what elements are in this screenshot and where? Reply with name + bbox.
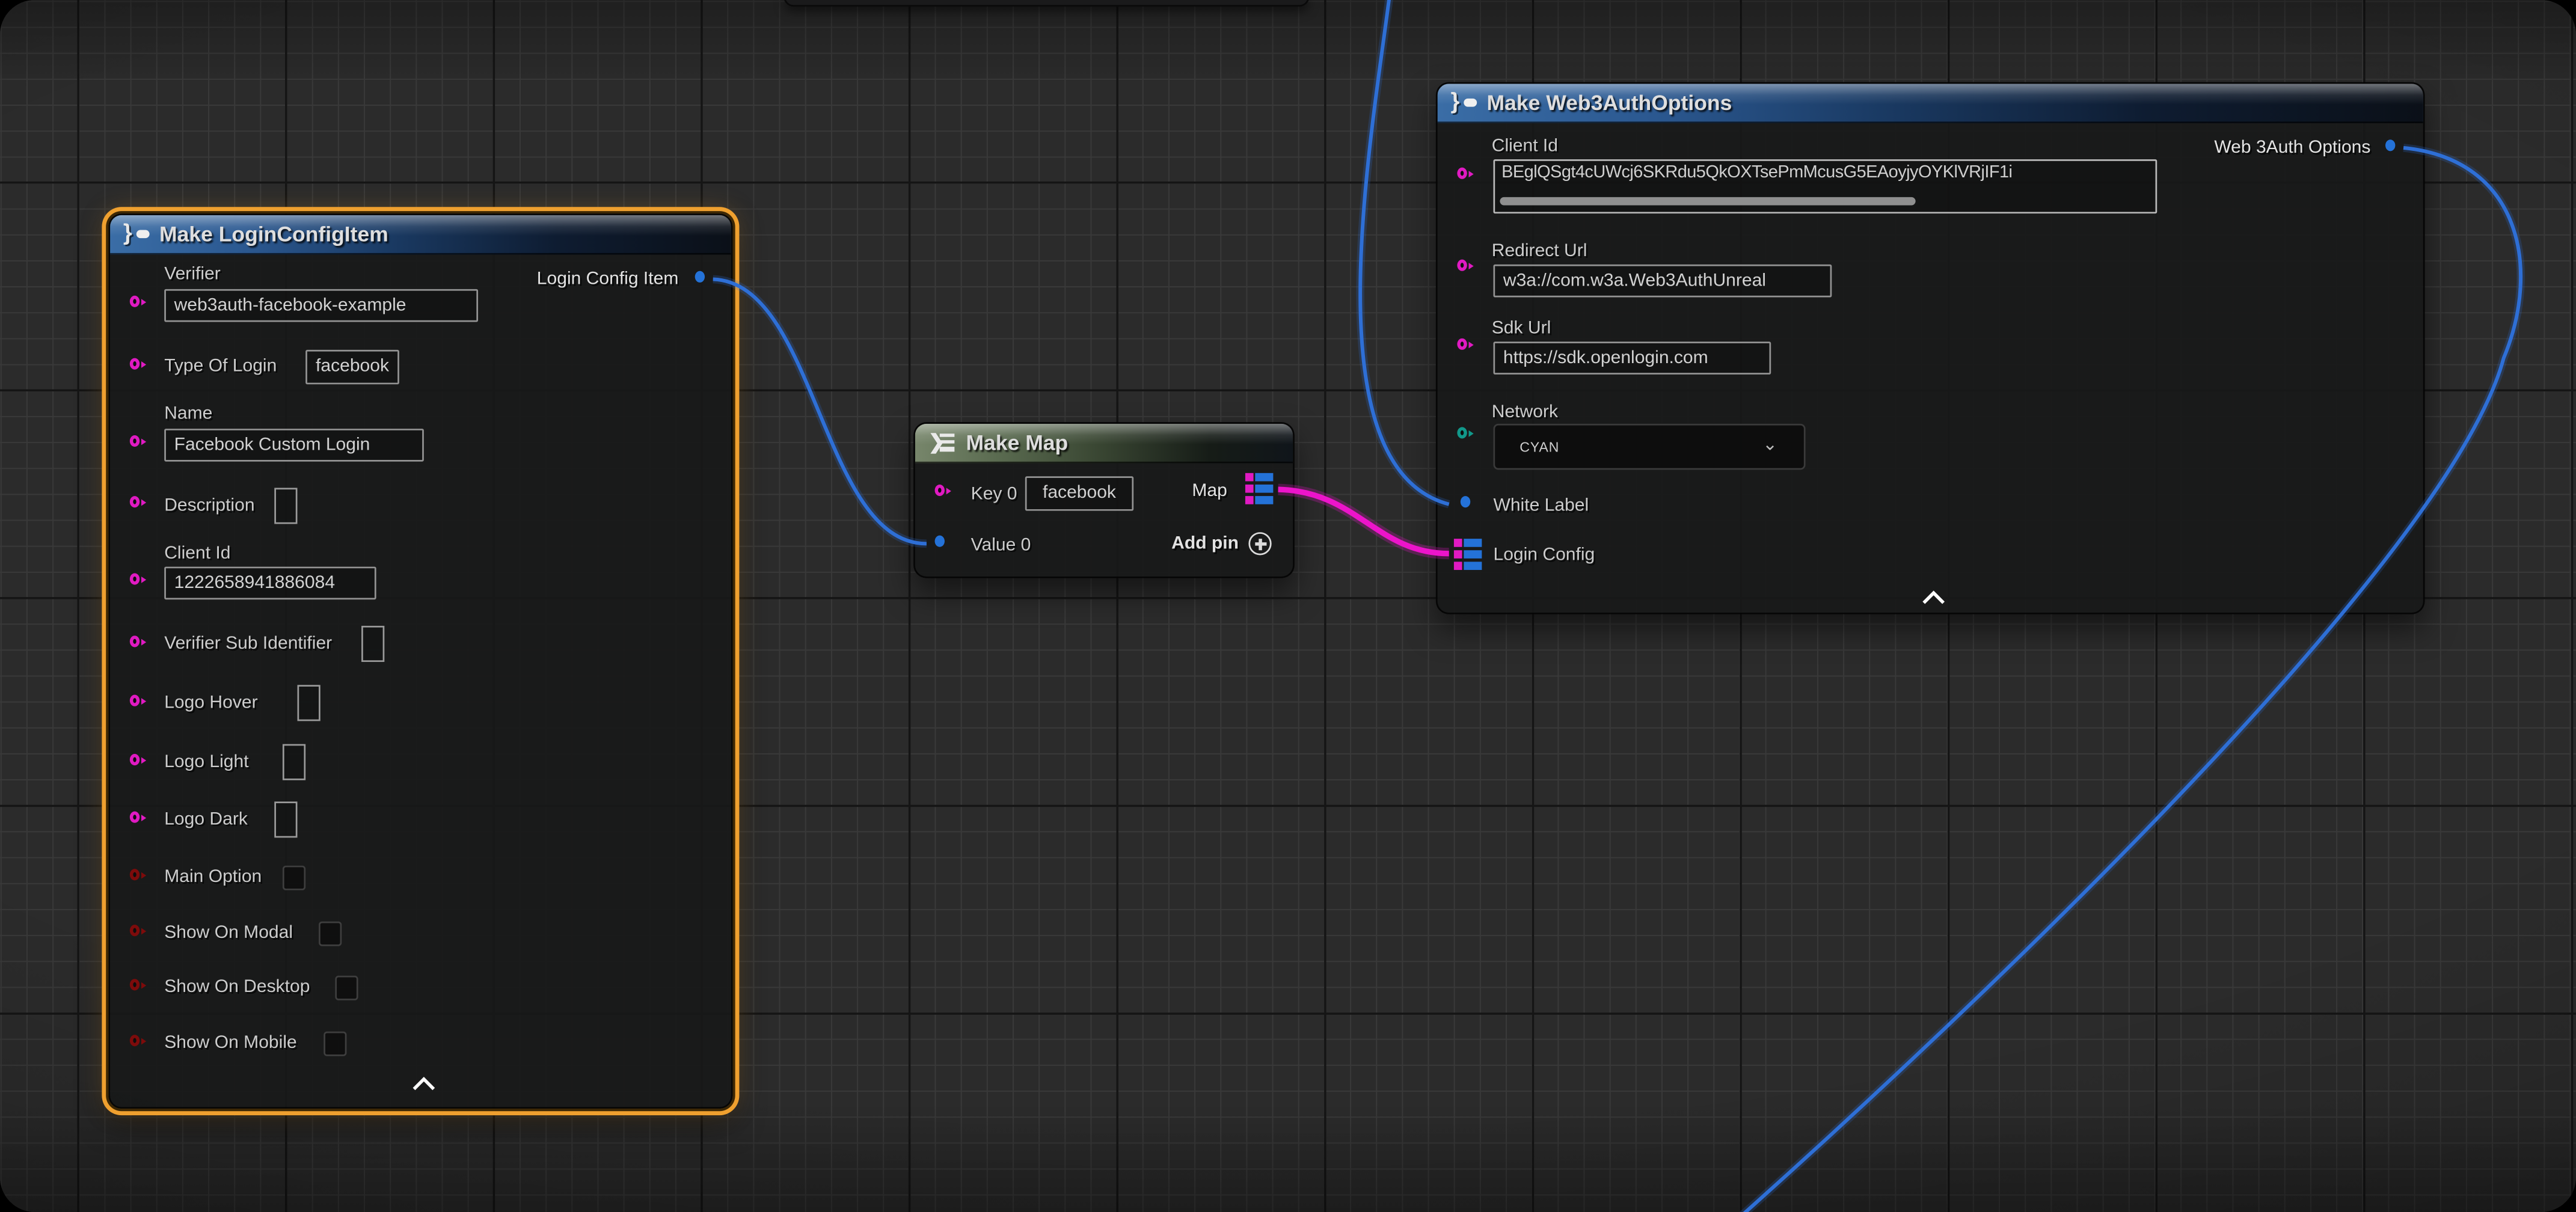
pin-verifier[interactable] [130, 296, 140, 307]
pin-label-logo-dark: Logo Dark [164, 810, 248, 830]
output-label: Login Config Item [537, 269, 679, 289]
pin-type-of-login[interactable] [130, 358, 140, 370]
pin-client-id[interactable] [130, 574, 140, 585]
pin-main-option[interactable] [130, 869, 140, 880]
add-pin-label: Add pin [1171, 534, 1239, 554]
redirect-url-field[interactable]: w3a://com.w3a.Web3AuthUnreal [1493, 265, 1832, 298]
make-struct-icon: } [1450, 91, 1477, 114]
pin-logo-light[interactable] [130, 754, 140, 765]
pin-logo-dark[interactable] [130, 812, 140, 823]
logo-dark-field[interactable] [274, 801, 297, 837]
pin-label-verifier-sub-identifier: Verifier Sub Identifier [164, 634, 332, 654]
node-header-make-map[interactable]: ❯ Make Map [915, 424, 1293, 464]
pin-label-show-on-modal: Show On Modal [164, 923, 293, 943]
pin-client-id[interactable] [1457, 168, 1467, 179]
pin-label-key0: Key 0 [971, 485, 1017, 504]
pin-redirect-url[interactable] [1457, 260, 1467, 271]
pin-label-show-on-desktop: Show On Desktop [164, 978, 310, 997]
collapse-node-button[interactable] [1921, 590, 1947, 605]
node-header-make-web3authoptions[interactable]: } Make Web3AuthOptions [1438, 84, 2423, 123]
main-option-checkbox[interactable] [283, 866, 305, 890]
output-label: Web 3Auth Options [2214, 138, 2370, 158]
pin-name[interactable] [130, 435, 140, 447]
pin-label-white-label: White Label [1493, 496, 1589, 516]
pin-label-logo-hover: Logo Hover [164, 693, 257, 713]
pin-label-show-on-mobile: Show On Mobile [164, 1033, 297, 1053]
node-make-web3authoptions[interactable]: } Make Web3AuthOptions Web 3Auth Options… [1436, 82, 2425, 614]
show-on-mobile-checkbox[interactable] [324, 1032, 346, 1056]
show-on-desktop-checkbox[interactable] [335, 976, 358, 1000]
pin-label-verifier: Verifier [164, 265, 221, 284]
node-make-loginconfigitem[interactable]: } Make LoginConfigItem Login Config Item… [108, 213, 732, 1109]
make-map-icon: ❯ [928, 432, 956, 454]
node-header-make-loginconfigitem[interactable]: } Make LoginConfigItem [110, 215, 731, 255]
pin-label-redirect-url: Redirect Url [1492, 242, 1587, 262]
pin-map-out[interactable] [1245, 473, 1275, 504]
pin-logo-hover[interactable] [130, 695, 140, 706]
network-dropdown-value: CYAN [1520, 438, 1559, 454]
pin-white-label[interactable] [1461, 496, 1470, 507]
pin-label-logo-light: Logo Light [164, 752, 248, 772]
client-id-field[interactable]: 1222658941886084 [164, 567, 376, 600]
sdk-url-field[interactable]: https://sdk.openlogin.com [1493, 341, 1771, 375]
collapse-node-button[interactable] [411, 1076, 437, 1091]
circle-plus-icon [1248, 532, 1271, 555]
pin-label-client-id: Client Id [164, 543, 230, 563]
pin-label-name: Name [164, 404, 212, 424]
pin-label-sdk-url: Sdk Url [1492, 319, 1551, 338]
node-title: Make Web3AuthOptions [1487, 90, 1732, 115]
pin-label-value0: Value 0 [971, 536, 1031, 556]
pin-label-client-id: Client Id [1492, 136, 1558, 156]
pin-value0[interactable] [935, 536, 945, 547]
pin-label-network: Network [1492, 402, 1558, 422]
client-id-scrollbar-thumb[interactable] [1500, 197, 1915, 206]
pin-label-map-out: Map [1192, 482, 1227, 501]
pin-login-config-item-out[interactable] [695, 271, 705, 283]
pin-network[interactable] [1457, 427, 1467, 438]
offscreen-node-edge[interactable] [784, 0, 1309, 7]
make-struct-icon: } [123, 222, 150, 245]
pin-label-login-config: Login Config [1493, 545, 1595, 565]
logo-light-field[interactable] [283, 744, 305, 780]
network-dropdown[interactable]: CYAN ⌄ [1493, 424, 1805, 470]
pin-sdk-url[interactable] [1457, 338, 1467, 350]
client-id-text: BEglQSgt4cUWcj6SKRdu5QkOXTsePmMcusG5EAoy… [1501, 162, 2152, 182]
verifier-field[interactable]: web3auth-facebook-example [164, 289, 478, 322]
pin-label-main-option: Main Option [164, 868, 262, 887]
pin-verifier-sub-identifier[interactable] [130, 635, 140, 647]
pin-key0[interactable] [935, 485, 945, 496]
pin-show-on-mobile[interactable] [130, 1035, 140, 1046]
name-field[interactable]: Facebook Custom Login [164, 429, 424, 462]
pin-login-config[interactable] [1454, 539, 1483, 570]
pin-label-type-of-login: Type Of Login [164, 357, 277, 376]
description-field[interactable] [274, 488, 297, 524]
pin-show-on-modal[interactable] [130, 925, 140, 936]
pin-description[interactable] [130, 496, 140, 507]
pin-label-description: Description [164, 496, 254, 516]
node-title: Make LoginConfigItem [159, 222, 388, 246]
type-of-login-field[interactable]: facebook [305, 350, 399, 384]
pin-show-on-desktop[interactable] [130, 979, 140, 990]
node-title: Make Map [966, 430, 1068, 455]
blueprint-canvas[interactable]: } Make LoginConfigItem Login Config Item… [0, 0, 2576, 1212]
key0-field[interactable]: facebook [1025, 476, 1133, 510]
verifier-sub-identifier-field[interactable] [361, 626, 384, 662]
node-make-map[interactable]: ❯ Make Map Key 0 facebook Map Value 0 Ad… [913, 422, 1295, 578]
client-id-field[interactable]: BEglQSgt4cUWcj6SKRdu5QkOXTsePmMcusG5EAoy… [1493, 159, 2157, 213]
logo-hover-field[interactable] [298, 685, 320, 721]
show-on-modal-checkbox[interactable] [319, 922, 342, 946]
add-pin-button[interactable]: Add pin [1171, 532, 1271, 555]
chevron-down-icon: ⌄ [1762, 433, 1777, 455]
pin-web3auth-options-out[interactable] [2385, 139, 2395, 151]
